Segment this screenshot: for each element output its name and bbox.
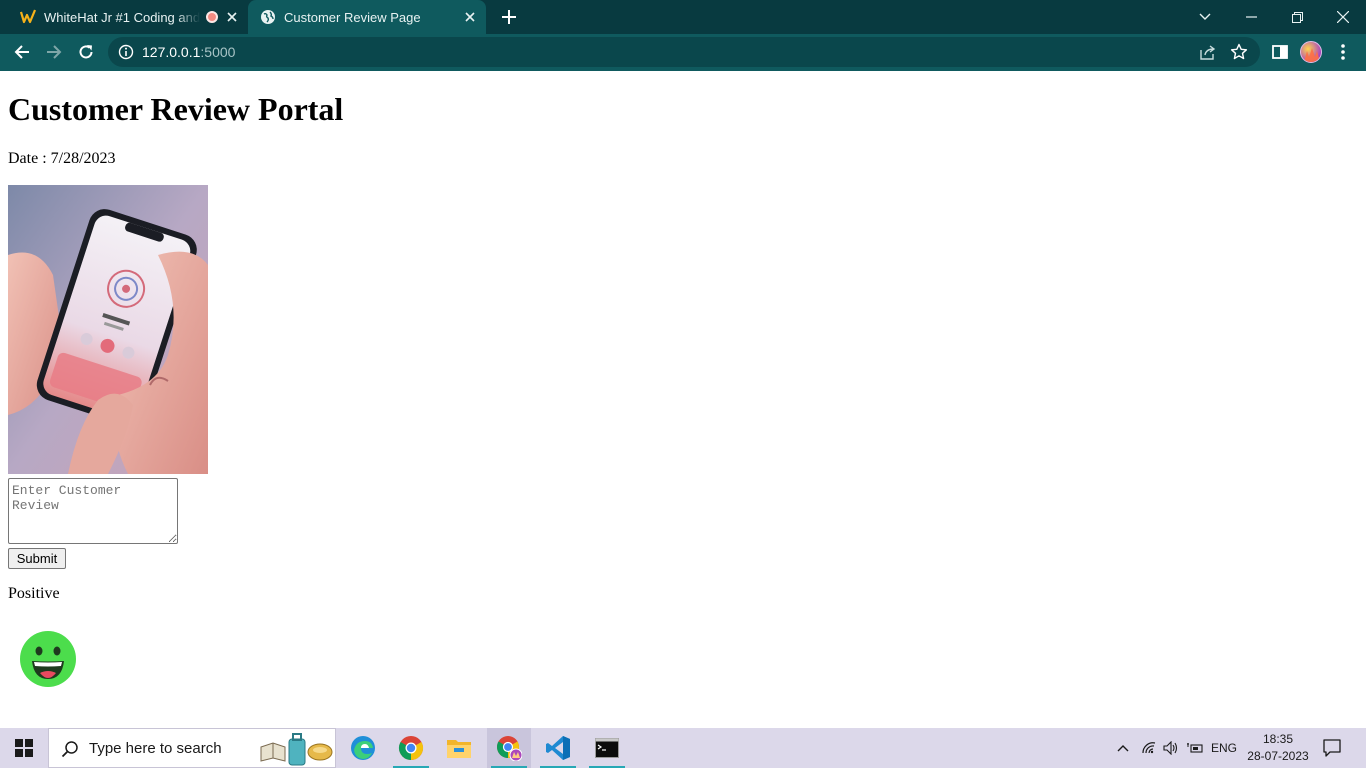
taskbar-file-explorer[interactable] bbox=[437, 728, 481, 768]
avatar[interactable] bbox=[1300, 41, 1322, 63]
page-content: Customer Review Portal Date : 7/28/2023 bbox=[0, 71, 1366, 728]
show-hidden-icons-button[interactable] bbox=[1112, 728, 1134, 768]
language-text: ENG bbox=[1210, 741, 1237, 755]
url-host: 127.0.0.1 bbox=[142, 44, 201, 60]
clock-date: 28-07-2023 bbox=[1247, 749, 1309, 763]
forward-button[interactable] bbox=[40, 38, 68, 66]
taskbar: Type here to search ENG 18:35 28-07-2023 bbox=[0, 728, 1366, 768]
reload-button[interactable] bbox=[72, 38, 100, 66]
share-icon[interactable] bbox=[1200, 44, 1216, 60]
terminal-icon bbox=[595, 738, 619, 758]
kebab-menu-icon[interactable] bbox=[1336, 42, 1350, 62]
grinning-face-icon bbox=[20, 631, 76, 687]
side-panel-icon[interactable] bbox=[1270, 42, 1290, 62]
address-bar[interactable]: 127.0.0.1:5000 bbox=[108, 37, 1260, 67]
taskbar-chrome[interactable] bbox=[389, 728, 433, 768]
page-title: Customer Review Portal bbox=[8, 91, 344, 127]
minimize-button[interactable] bbox=[1228, 0, 1274, 34]
tab-customer-review[interactable]: Customer Review Page bbox=[248, 0, 486, 34]
url-port: :5000 bbox=[200, 44, 236, 60]
taskbar-clock[interactable]: 18:35 28-07-2023 bbox=[1240, 731, 1316, 765]
volume-button[interactable] bbox=[1160, 728, 1182, 768]
arrow-left-icon bbox=[14, 45, 29, 59]
close-window-button[interactable] bbox=[1320, 0, 1366, 34]
taskbar-terminal[interactable] bbox=[585, 728, 629, 768]
customer-review-input[interactable] bbox=[8, 478, 178, 544]
product-image bbox=[8, 185, 208, 474]
submit-button[interactable]: Submit bbox=[8, 548, 66, 569]
arrow-right-icon bbox=[47, 45, 62, 59]
whitehat-favicon-icon bbox=[20, 9, 36, 24]
notification-icon[interactable] bbox=[1322, 738, 1342, 758]
browser-toolbar: 127.0.0.1:5000 bbox=[0, 34, 1366, 71]
windows-logo-icon bbox=[15, 739, 33, 757]
new-tab-button[interactable] bbox=[498, 6, 520, 28]
recording-icon bbox=[206, 11, 218, 23]
back-button[interactable] bbox=[8, 38, 36, 66]
tab-title: Customer Review Page bbox=[284, 9, 421, 25]
clock-time: 18:35 bbox=[1262, 732, 1294, 746]
wifi-icon bbox=[1142, 742, 1156, 754]
restore-button[interactable] bbox=[1274, 0, 1320, 34]
wifi-button[interactable] bbox=[1138, 728, 1160, 768]
search-highlight-icon bbox=[260, 733, 333, 766]
taskbar-vscode[interactable] bbox=[536, 728, 580, 768]
info-icon[interactable] bbox=[118, 44, 134, 60]
search-icon bbox=[61, 741, 78, 758]
battery-button[interactable] bbox=[1184, 728, 1206, 768]
battery-icon bbox=[1187, 743, 1203, 753]
edge-icon bbox=[351, 736, 375, 760]
tab-whitehat[interactable]: WhiteHat Jr #1 Coding and F bbox=[8, 0, 248, 34]
start-button[interactable] bbox=[0, 728, 48, 768]
sentiment-label: Positive bbox=[8, 585, 60, 602]
tab-close-icon[interactable] bbox=[462, 9, 478, 25]
star-icon[interactable] bbox=[1230, 43, 1248, 61]
browser-tabstrip: WhiteHat Jr #1 Coding and F Customer Rev… bbox=[0, 0, 1366, 34]
globe-icon bbox=[261, 10, 275, 24]
language-indicator[interactable]: ENG bbox=[1208, 728, 1240, 768]
tab-close-icon[interactable] bbox=[224, 9, 240, 25]
url-text[interactable]: 127.0.0.1:5000 bbox=[142, 44, 235, 60]
taskbar-chrome-profile[interactable] bbox=[487, 728, 531, 768]
vscode-icon bbox=[546, 736, 570, 760]
speaker-icon bbox=[1163, 741, 1178, 755]
tab-search-button[interactable] bbox=[1182, 0, 1228, 34]
chevron-up-icon bbox=[1117, 745, 1129, 752]
reload-icon bbox=[79, 45, 93, 59]
tab-title: WhiteHat Jr #1 Coding and F bbox=[44, 9, 200, 25]
date-text: Date : 7/28/2023 bbox=[8, 150, 116, 167]
chrome-profile-icon bbox=[497, 736, 522, 761]
file-explorer-icon bbox=[447, 740, 471, 758]
search-placeholder: Type here to search bbox=[89, 740, 222, 757]
chrome-icon bbox=[398, 736, 424, 760]
taskbar-search[interactable]: Type here to search bbox=[48, 728, 336, 768]
taskbar-edge[interactable] bbox=[341, 728, 385, 768]
